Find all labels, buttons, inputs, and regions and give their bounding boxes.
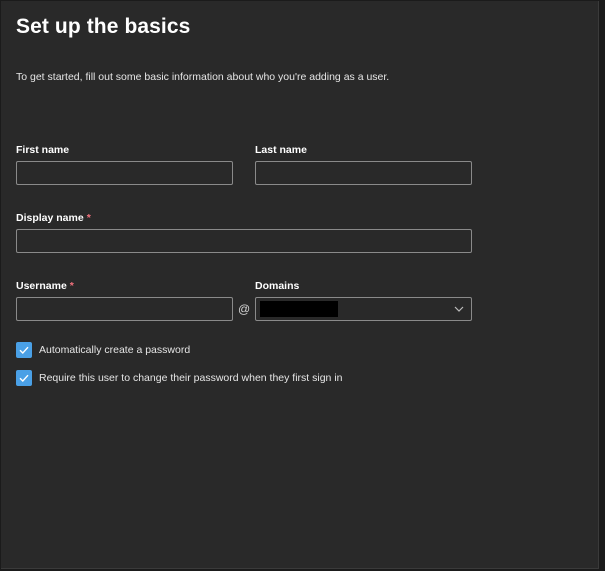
last-name-input[interactable]: [255, 161, 472, 185]
page-subtitle: To get started, fill out some basic info…: [16, 71, 390, 83]
first-name-label: First name: [16, 144, 69, 156]
require-password-change-checkbox[interactable]: [16, 370, 32, 386]
display-name-label-text: Display name: [16, 212, 84, 224]
username-label-text: Username: [16, 280, 67, 292]
last-name-label-text: Last name: [255, 144, 307, 156]
at-symbol: @: [238, 302, 251, 316]
first-name-label-text: First name: [16, 144, 70, 156]
required-marker: *: [86, 212, 91, 224]
page-title: Set up the basics: [16, 15, 191, 38]
username-label: Username *: [16, 280, 74, 292]
username-input[interactable]: [16, 297, 233, 321]
require-password-change-label: Require this user to change their passwo…: [39, 372, 343, 384]
require-password-change-option[interactable]: Require this user to change their passwo…: [16, 370, 343, 386]
auto-create-password-checkbox[interactable]: [16, 342, 32, 358]
checkmark-icon: [19, 346, 29, 355]
chevron-down-icon: [454, 306, 464, 312]
display-name-input[interactable]: [16, 229, 472, 253]
basics-panel: Set up the basics To get started, fill o…: [1, 1, 599, 569]
first-name-input[interactable]: [16, 161, 233, 185]
last-name-label: Last name: [255, 144, 307, 156]
auto-create-password-option[interactable]: Automatically create a password: [16, 342, 190, 358]
domains-dropdown[interactable]: [255, 297, 472, 321]
display-name-label: Display name *: [16, 212, 91, 224]
auto-create-password-label: Automatically create a password: [39, 344, 191, 356]
required-marker: *: [69, 280, 74, 292]
domains-label: Domains: [255, 280, 299, 292]
checkmark-icon: [19, 374, 29, 383]
domains-label-text: Domains: [255, 280, 300, 292]
domains-selected-value: [260, 301, 338, 317]
